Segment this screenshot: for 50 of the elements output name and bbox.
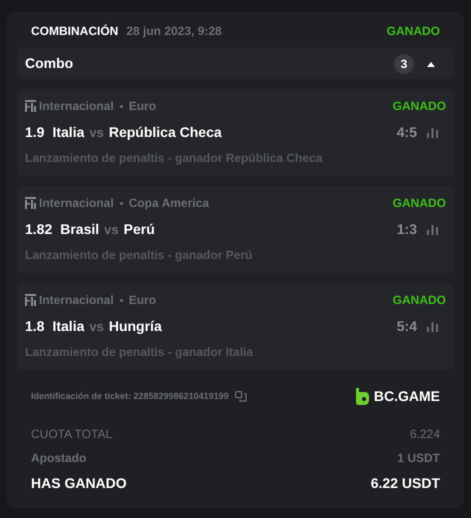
match-score: 4:5: [396, 123, 417, 142]
league-logo-icon: [25, 100, 36, 112]
summary-label: HAS GANADO: [31, 474, 127, 493]
bet-date: 28 jun 2023, 9:28: [126, 23, 222, 40]
stats-icon[interactable]: [427, 322, 438, 332]
summary-value: 6.224: [410, 426, 440, 443]
bet-status: GANADO: [386, 23, 440, 40]
match-status: GANADO: [392, 195, 446, 212]
versus-label: vs: [104, 221, 119, 239]
caret-icon[interactable]: [426, 60, 436, 66]
away-team: Perú: [124, 220, 155, 239]
combo-header[interactable]: Combo 3: [17, 48, 454, 79]
match-odds: 1.82: [25, 220, 52, 239]
match-category: Internacional: [39, 98, 114, 115]
summary-value: 1 USDT: [397, 450, 440, 467]
league-logo-icon: [25, 197, 36, 209]
summary-value: 6.22 USDT: [370, 474, 440, 493]
match-league: Copa America: [128, 195, 209, 212]
separator-icon: [120, 104, 123, 108]
brand-logo-icon: [354, 388, 369, 405]
match-league: Euro: [128, 292, 156, 309]
match-category: Internacional: [39, 195, 114, 212]
stats-icon[interactable]: [427, 128, 438, 138]
home-team: Italia: [52, 123, 84, 142]
home-team: Brasil: [60, 220, 100, 239]
match-score: 1:3: [396, 220, 417, 239]
combo-label: Combo: [25, 54, 74, 73]
brand-name: BC.GAME: [374, 387, 440, 406]
match-odds: 1.9: [25, 123, 44, 142]
summary-label: Apostado: [31, 450, 86, 467]
summary-label: CUOTA TOTAL: [31, 426, 112, 443]
match-league: Euro: [128, 98, 156, 115]
versus-label: vs: [89, 318, 104, 336]
combo-count: 3: [394, 54, 414, 74]
match-status: GANADO: [392, 292, 446, 309]
league-logo-icon: [25, 294, 36, 306]
match-odds: 1.8: [25, 317, 44, 336]
home-team: Italia: [52, 317, 84, 336]
match-score: 5:4: [396, 317, 417, 336]
ticket-id: Identificación de ticket: 2285829986210419199: [31, 390, 229, 403]
separator-icon: [120, 298, 123, 302]
away-team: República Checa: [108, 123, 222, 142]
match-category: Internacional: [39, 292, 114, 309]
versus-label: vs: [89, 124, 104, 142]
stats-icon[interactable]: [427, 224, 438, 234]
copy-icon[interactable]: [234, 391, 247, 402]
bet-type: COMBINACIÓN: [31, 23, 118, 40]
away-team: Hungría: [108, 317, 162, 336]
separator-icon: [120, 202, 123, 204]
match-status: GANADO: [392, 98, 446, 115]
